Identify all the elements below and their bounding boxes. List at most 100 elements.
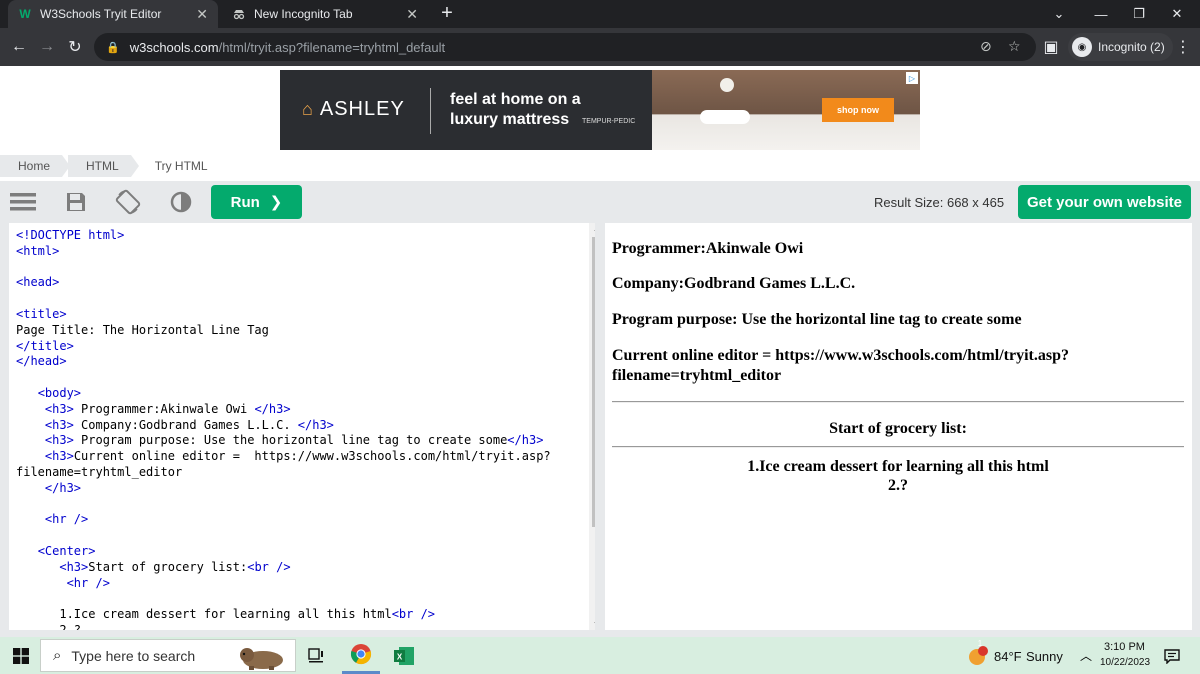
code-line[interactable]: <hr />: [16, 512, 581, 528]
url-path: /html/tryit.asp?filename=tryhtml_default: [218, 39, 446, 55]
excel-taskbar-icon[interactable]: X: [388, 637, 420, 674]
chevron-up-icon[interactable]: ︿: [1076, 637, 1096, 674]
result-purpose: Program purpose: Use the horizontal line…: [612, 311, 1022, 328]
adchoices-icon[interactable]: ▷: [906, 72, 918, 84]
close-tab-icon[interactable]: ✕: [406, 6, 418, 23]
code-line[interactable]: ​: [16, 291, 581, 307]
tab-search-icon[interactable]: ⌄: [1040, 0, 1078, 28]
weather-temp: 84°F: [994, 649, 1022, 664]
house-icon: ⌂: [302, 99, 314, 119]
code-line[interactable]: <h3> Company:Godbrand Games L.L.C. </h3>: [16, 418, 581, 434]
code-line[interactable]: <h3>Current online editor = https://www.…: [16, 449, 581, 465]
code-line[interactable]: ​: [16, 260, 581, 276]
ad-pillow-image: [700, 110, 750, 124]
code-line[interactable]: <h3> Program purpose: Use the horizontal…: [16, 433, 581, 449]
tab-new-incognito[interactable]: New Incognito Tab ✕: [222, 0, 428, 28]
editor-scrollbar[interactable]: ▲ ▼: [589, 223, 595, 630]
code-line[interactable]: ​: [16, 370, 581, 386]
dark-mode-icon[interactable]: [167, 189, 195, 215]
chrome-taskbar-icon[interactable]: [342, 637, 380, 674]
scroll-up-arrow-icon[interactable]: ▲: [589, 223, 595, 235]
result-editor-line2: filename=tryhtml_editor: [612, 367, 782, 384]
url-host: w3schools.com: [129, 39, 219, 55]
notifications-icon[interactable]: [1160, 637, 1184, 674]
run-button[interactable]: Run ❯: [211, 185, 302, 219]
ad-brand: ASHLEY: [319, 98, 405, 120]
windows-start-icon[interactable]: [6, 637, 36, 674]
breadcrumb-try-html: Try HTML: [154, 159, 208, 173]
new-tab-icon[interactable]: +: [436, 3, 458, 24]
search-icon: ⌕: [53, 647, 62, 664]
scroll-down-arrow-icon[interactable]: ▼: [589, 618, 595, 630]
svg-text:X: X: [397, 652, 403, 661]
code-line[interactable]: ​: [16, 528, 581, 544]
code-line[interactable]: <!DOCTYPE html>: [16, 228, 581, 244]
rotate-layout-icon[interactable]: [114, 189, 142, 215]
code-text[interactable]: <!DOCTYPE html><html>​<head>​<title>Page…: [16, 228, 581, 630]
code-line[interactable]: <Center>: [16, 544, 581, 560]
horizontal-rule: [612, 401, 1184, 403]
result-grocery-heading: Start of grocery list:: [829, 420, 967, 437]
breadcrumb-home[interactable]: Home: [0, 155, 71, 177]
clock-date[interactable]: 10/22/2023: [1100, 657, 1150, 668]
bookmark-star-icon[interactable]: ☆: [1008, 38, 1021, 55]
code-line[interactable]: <h3> Programmer:Akinwale Owi </h3>: [16, 402, 581, 418]
code-line[interactable]: <body>: [16, 386, 581, 402]
breadcrumb-html[interactable]: HTML: [68, 155, 139, 177]
scrollbar-thumb[interactable]: [592, 237, 595, 527]
code-line[interactable]: Page Title: The Horizontal Line Tag: [16, 323, 581, 339]
code-line[interactable]: </title>: [16, 339, 581, 355]
forward-icon[interactable]: →: [36, 36, 58, 58]
code-line[interactable]: <html>: [16, 244, 581, 260]
result-size: Result Size: 668 x 465: [874, 195, 1005, 210]
incognito-profile-button[interactable]: ◉ Incognito (2): [1068, 33, 1173, 61]
result-programmer: Programmer:Akinwale Owi: [612, 240, 804, 257]
tab-title: W3Schools Tryit Editor: [40, 7, 162, 21]
wombat-search-highlight-icon: [240, 648, 283, 670]
hamburger-menu-icon[interactable]: [9, 189, 37, 215]
ad-shop-now-button[interactable]: shop now: [822, 98, 894, 122]
tracking-blocked-icon[interactable]: ⊘: [980, 38, 992, 55]
result-company: Company:Godbrand Games L.L.C.: [612, 275, 856, 292]
result-item-2: 2.?: [888, 477, 908, 494]
code-editor[interactable]: <!DOCTYPE html><html>​<head>​<title>Page…: [9, 223, 595, 630]
code-line[interactable]: </h3>: [16, 481, 581, 497]
result-frame[interactable]: Programmer:Akinwale Owi Company:Godbrand…: [605, 223, 1192, 630]
tryit-toolbar: Run ❯ Result Size: 668 x 465 Get your ow…: [0, 181, 1200, 223]
windows-taskbar: ⌕ Type here to search X 1 84°F Sunny ︿ 3…: [0, 637, 1200, 674]
close-window-icon[interactable]: ✕: [1158, 0, 1196, 28]
code-line[interactable]: 2.?: [16, 623, 581, 630]
incognito-avatar-icon: ◉: [1072, 37, 1092, 57]
reload-icon[interactable]: ↻: [64, 36, 86, 58]
code-line[interactable]: <hr />: [16, 576, 581, 592]
breadcrumb: Home HTML Try HTML: [0, 155, 226, 177]
side-panel-icon[interactable]: ▣: [1040, 36, 1062, 58]
ad-divider: [430, 88, 431, 134]
taskbar-search-input[interactable]: ⌕ Type here to search: [40, 639, 296, 672]
tab-w3schools[interactable]: W W3Schools Tryit Editor ✕: [8, 0, 218, 28]
run-label: Run: [230, 193, 260, 211]
save-icon[interactable]: [62, 189, 90, 215]
menu-dots-icon[interactable]: ⋮: [1172, 36, 1194, 58]
code-line[interactable]: <h3>Start of grocery list:<br />: [16, 560, 581, 576]
ad-banner[interactable]: ⌂ ASHLEY feel at home on a luxury mattre…: [280, 70, 920, 150]
ad-logo: ⌂ ASHLEY: [302, 98, 405, 121]
code-line[interactable]: filename=tryhtml_editor: [16, 465, 581, 481]
code-line[interactable]: ​: [16, 591, 581, 607]
work-area: <!DOCTYPE html><html>​<head>​<title>Page…: [0, 223, 1200, 637]
address-bar[interactable]: 🔒 w3schools.com/html/tryit.asp?filename=…: [94, 33, 1036, 61]
close-tab-icon[interactable]: ✕: [196, 6, 208, 23]
code-line[interactable]: ​: [16, 497, 581, 513]
code-line[interactable]: <title>: [16, 307, 581, 323]
horizontal-rule: [612, 446, 1184, 448]
task-view-icon[interactable]: [302, 637, 332, 674]
minimize-icon[interactable]: —: [1082, 0, 1120, 28]
code-line[interactable]: </head>: [16, 354, 581, 370]
clock-time[interactable]: 3:10 PM: [1104, 641, 1145, 653]
get-your-own-website-button[interactable]: Get your own website: [1018, 185, 1191, 219]
restore-icon[interactable]: ❐: [1120, 0, 1158, 28]
browser-toolbar: ← → ↻ 🔒 w3schools.com/html/tryit.asp?fil…: [0, 28, 1200, 66]
code-line[interactable]: <head>: [16, 275, 581, 291]
code-line[interactable]: 1.Ice cream dessert for learning all thi…: [16, 607, 581, 623]
back-icon[interactable]: ←: [8, 36, 30, 58]
